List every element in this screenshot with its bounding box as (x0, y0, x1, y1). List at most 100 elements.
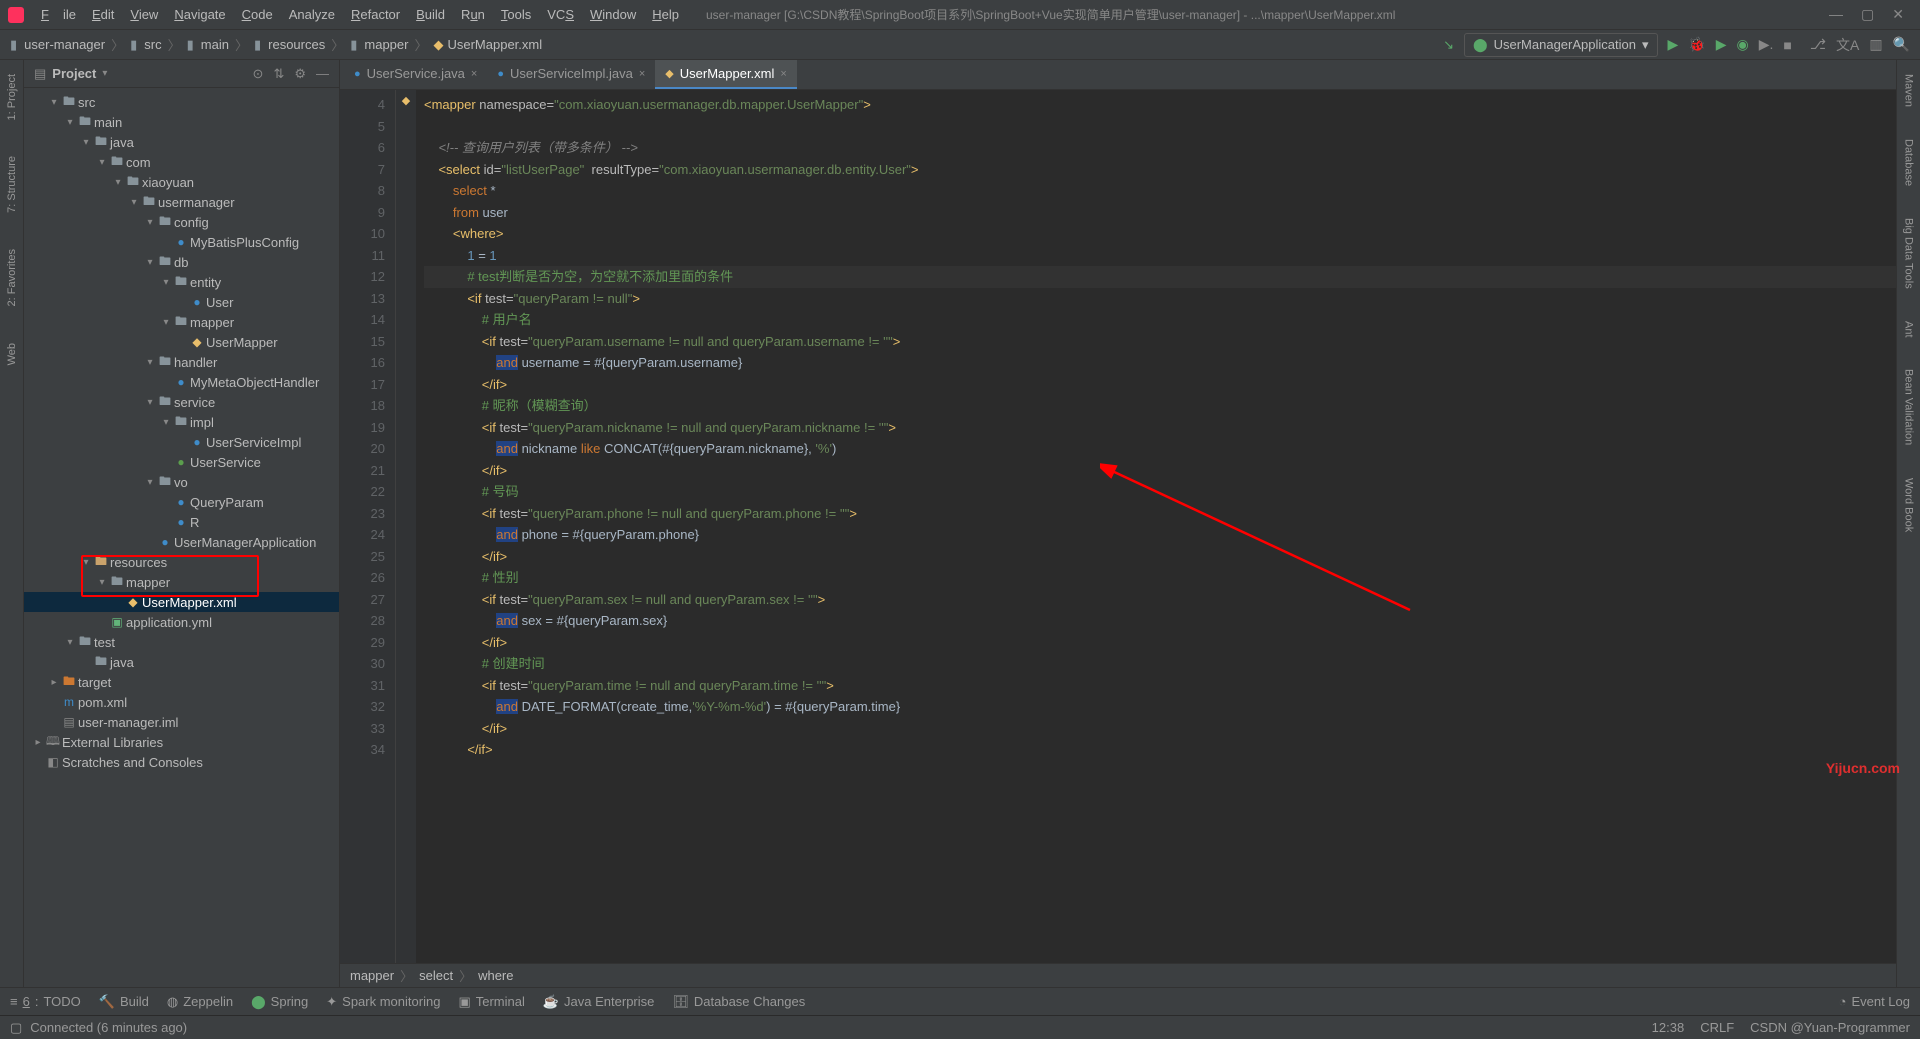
tree-item-test[interactable]: ▾🖿test (24, 632, 339, 652)
tree-item-userservice[interactable]: ●UserService (24, 452, 339, 472)
settings-icon[interactable]: ⚙ (294, 66, 306, 82)
tool-favorites[interactable]: 2: Favorites (4, 243, 20, 312)
tree-item-pom-xml[interactable]: mpom.xml (24, 692, 339, 712)
run-button[interactable]: ▶ (1668, 36, 1679, 53)
tree-item-config[interactable]: ▾🖿config (24, 212, 339, 232)
close-button[interactable]: ✕ (1892, 6, 1904, 23)
tree-item-mymetaobjecthandler[interactable]: ●MyMetaObjectHandler (24, 372, 339, 392)
maximize-button[interactable]: ▢ (1861, 6, 1874, 23)
status-lineending[interactable]: CRLF (1700, 1020, 1734, 1035)
code-content[interactable]: <mapper namespace="com.xiaoyuan.usermana… (416, 90, 1896, 963)
tool-build[interactable]: 🔨 Build (99, 994, 149, 1010)
editor-tab-userserviceimpl-java[interactable]: ●UserServiceImpl.java× (487, 60, 655, 89)
tree-item-handler[interactable]: ▾🖿handler (24, 352, 339, 372)
tree-item-resources[interactable]: ▾🖿resources (24, 552, 339, 572)
tree-item-target[interactable]: ▸🖿target (24, 672, 339, 692)
tree-item-usermanager[interactable]: ▾🖿usermanager (24, 192, 339, 212)
tool-structure[interactable]: 7: Structure (4, 150, 20, 219)
menu-build[interactable]: Build (409, 3, 452, 26)
tree-item-xiaoyuan[interactable]: ▾🖿xiaoyuan (24, 172, 339, 192)
menu-view[interactable]: View (123, 3, 165, 26)
tool-database[interactable]: Database (1901, 133, 1917, 192)
tree-item-usermapper[interactable]: ◆UserMapper (24, 332, 339, 352)
status-icon[interactable]: ▢ (10, 1020, 22, 1036)
minimize-button[interactable]: — (1829, 6, 1843, 23)
tool-web[interactable]: Web (4, 337, 20, 371)
menu-tools[interactable]: Tools (494, 3, 538, 26)
debug-button[interactable]: 🐞 (1688, 36, 1705, 53)
tool-zeppelin[interactable]: ◍ Zeppelin (167, 994, 233, 1010)
locate-icon[interactable]: ⊙ (253, 66, 264, 82)
editor-tab-userservice-java[interactable]: ●UserService.java× (344, 60, 487, 89)
tree-item-entity[interactable]: ▾🖿entity (24, 272, 339, 292)
tool-project[interactable]: 1: Project (4, 68, 20, 126)
panel-title[interactable]: Project (52, 66, 96, 81)
expand-icon[interactable]: ⇅ (273, 66, 284, 82)
tool-maven[interactable]: Maven (1901, 68, 1917, 113)
menu-run[interactable]: Run (454, 3, 492, 26)
git-button[interactable]: ⎇ (1810, 36, 1826, 53)
tree-item-impl[interactable]: ▾🖿impl (24, 412, 339, 432)
menu-code[interactable]: Code (235, 3, 280, 26)
stop-button[interactable]: ■ (1783, 37, 1791, 53)
tree-item-queryparam[interactable]: ●QueryParam (24, 492, 339, 512)
breadcrumb-main[interactable]: main (201, 37, 229, 52)
tree-item-usermapper-xml[interactable]: ◆UserMapper.xml (24, 592, 339, 612)
editor-tab-usermapper-xml[interactable]: ◆UserMapper.xml× (655, 60, 797, 89)
breadcrumb-root[interactable]: user-manager (24, 37, 105, 52)
translate-button[interactable]: 文A (1836, 35, 1859, 55)
menu-vcs[interactable]: VCS (540, 3, 581, 26)
tree-item-java[interactable]: 🖿java (24, 652, 339, 672)
tree-item-java[interactable]: ▾🖿java (24, 132, 339, 152)
tool-spring[interactable]: ⬤ Spring (251, 994, 308, 1010)
menu-file[interactable]: File (34, 3, 83, 26)
tree-item-user-manager-iml[interactable]: ▤user-manager.iml (24, 712, 339, 732)
tree-item-mapper[interactable]: ▾🖿mapper (24, 572, 339, 592)
search-everywhere-button[interactable]: 🔍 (1893, 36, 1910, 53)
trail-mapper[interactable]: mapper (350, 968, 394, 983)
tool-ant[interactable]: Ant (1901, 315, 1917, 344)
coverage-button[interactable]: ▶ (1716, 36, 1727, 53)
tree-item-user[interactable]: ●User (24, 292, 339, 312)
tree-item-external-libraries[interactable]: ▸🕮External Libraries (24, 732, 339, 752)
menu-window[interactable]: Window (583, 3, 643, 26)
tree-item-userserviceimpl[interactable]: ●UserServiceImpl (24, 432, 339, 452)
profile-button[interactable]: ◉ (1737, 36, 1749, 53)
code-editor[interactable]: 4567891011121314151617181920212223242526… (340, 90, 1896, 963)
run-configuration-selector[interactable]: ⬤ UserManagerApplication ▾ (1464, 33, 1657, 57)
tree-item-usermanagerapplication[interactable]: ●UserManagerApplication (24, 532, 339, 552)
tool-wordbook[interactable]: Word Book (1901, 472, 1917, 538)
tree-item-main[interactable]: ▾🖿main (24, 112, 339, 132)
dropdown-icon[interactable]: ▾ (102, 68, 107, 79)
hide-icon[interactable]: — (316, 66, 329, 82)
trail-select[interactable]: select (419, 968, 453, 983)
attach-button[interactable]: ▶. (1759, 36, 1774, 53)
trail-where[interactable]: where (478, 968, 513, 983)
project-tree[interactable]: ▾🖿src▾🖿main▾🖿java▾🖿com▾🖿xiaoyuan▾🖿userma… (24, 88, 339, 987)
menu-navigate[interactable]: Navigate (167, 3, 232, 26)
tool-terminal[interactable]: ▣ Terminal (458, 994, 524, 1010)
breadcrumb-src[interactable]: src (144, 37, 161, 52)
menu-analyze[interactable]: Analyze (282, 3, 342, 26)
breadcrumb-resources[interactable]: resources (268, 37, 325, 52)
tree-item-db[interactable]: ▾🖿db (24, 252, 339, 272)
tree-item-mybatisplusconfig[interactable]: ●MyBatisPlusConfig (24, 232, 339, 252)
tool-beanvalidation[interactable]: Bean Validation (1901, 363, 1917, 451)
event-log[interactable]: ◔ Event Log (1839, 994, 1910, 1009)
tool-bigdata[interactable]: Big Data Tools (1901, 212, 1917, 295)
tool-javaee[interactable]: ☕ Java Enterprise (543, 994, 655, 1010)
tree-item-r[interactable]: ●R (24, 512, 339, 532)
tool-dbchanges[interactable]: 🗄 Database Changes (672, 994, 805, 1010)
build-hammer-icon[interactable]: ↘ (1443, 37, 1454, 53)
tree-item-src[interactable]: ▾🖿src (24, 92, 339, 112)
tree-item-application-yml[interactable]: ▣application.yml (24, 612, 339, 632)
tree-item-mapper[interactable]: ▾🖿mapper (24, 312, 339, 332)
tool-todo[interactable]: ≡ 6: TODO (10, 994, 81, 1009)
tool-spark[interactable]: ✦ Spark monitoring (326, 994, 440, 1010)
menu-refactor[interactable]: Refactor (344, 3, 407, 26)
breadcrumb-file[interactable]: UserMapper.xml (447, 37, 542, 52)
settings-button[interactable]: ▥ (1869, 36, 1882, 53)
tree-item-service[interactable]: ▾🖿service (24, 392, 339, 412)
menu-help[interactable]: Help (645, 3, 686, 26)
breadcrumb-mapper[interactable]: mapper (364, 37, 408, 52)
